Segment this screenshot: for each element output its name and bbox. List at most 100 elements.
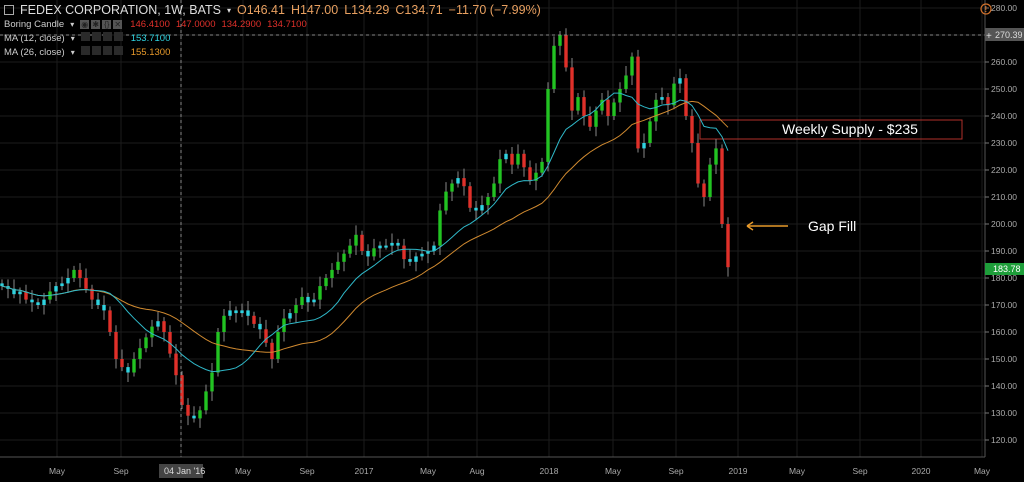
- y-tick-label: 220.00: [991, 165, 1017, 175]
- candle-body: [174, 353, 178, 376]
- candle-body: [300, 296, 304, 305]
- candle-body: [198, 410, 202, 419]
- candle-body: [624, 75, 628, 89]
- candle-body: [204, 391, 208, 411]
- indicator-value: 146.4100: [130, 18, 170, 30]
- indicator-label[interactable]: Boring Candle: [4, 18, 64, 31]
- price-axis[interactable]: 120.00130.00140.00150.00160.00170.00180.…: [985, 3, 1017, 445]
- candle-body: [582, 97, 586, 116]
- x-tick-label: Sep: [299, 466, 314, 476]
- chevron-down-icon[interactable]: ▾: [70, 18, 74, 31]
- indicator-label[interactable]: MA (26, close): [4, 46, 65, 59]
- candle-body: [492, 183, 496, 197]
- candle-body: [684, 78, 688, 116]
- candle-body: [480, 205, 484, 211]
- chevron-down-icon[interactable]: ▾: [71, 32, 75, 45]
- close-icon: [113, 45, 123, 55]
- crosshair-price: 270.39: [995, 30, 1023, 40]
- symbol-title[interactable]: FEDEX CORPORATION, 1W, BATS: [20, 3, 221, 17]
- indicator-value: 155.1300: [130, 46, 171, 58]
- candle-body: [108, 310, 112, 332]
- x-tick-label: 2017: [355, 466, 374, 476]
- candle-body: [714, 148, 718, 165]
- candle-body: [708, 164, 712, 197]
- ohlc-low: L134.29: [344, 2, 390, 17]
- indicator-controls[interactable]: [80, 31, 125, 45]
- indicator-ma12[interactable]: MA (12, close) ▾ 153.7100: [4, 31, 541, 45]
- candle-body: [678, 78, 682, 84]
- y-tick-label: 260.00: [991, 57, 1017, 67]
- indicator-value: 153.7100: [130, 32, 171, 44]
- eye-icon: [80, 45, 90, 55]
- candle-body: [576, 97, 580, 111]
- candle-body: [438, 210, 442, 246]
- plus-icon: [102, 45, 112, 55]
- candle-body: [234, 310, 238, 314]
- candle-body: [558, 35, 562, 46]
- candle-body: [564, 35, 568, 68]
- symbol-row[interactable]: FEDEX CORPORATION, 1W, BATS ▾ O146.41 H1…: [4, 3, 541, 17]
- x-tick-label: May: [235, 466, 252, 476]
- candle-body: [114, 332, 118, 359]
- chevron-down-icon[interactable]: ▾: [227, 4, 231, 17]
- candle-body: [372, 248, 376, 257]
- candle-body: [60, 283, 64, 287]
- indicator-ma26[interactable]: MA (26, close) ▾ 155.1300: [4, 45, 541, 59]
- candle-body: [288, 313, 292, 319]
- candle-body: [516, 153, 520, 165]
- indicator-controls[interactable]: ◉ ✱{} ✕: [80, 18, 124, 31]
- candle-body: [498, 159, 502, 184]
- candle-body: [486, 197, 490, 206]
- ohlc-change: −11.70 (−7.99%): [448, 2, 541, 17]
- eye-icon: ◉: [80, 19, 90, 29]
- x-tick-label: May: [49, 466, 66, 476]
- candle-body: [240, 310, 244, 314]
- candle-body: [330, 269, 334, 278]
- close-icon: [113, 31, 123, 41]
- candle-body: [210, 372, 214, 392]
- candle-body: [30, 299, 34, 303]
- y-tick-label: 280.00: [991, 3, 1017, 13]
- indicator-label[interactable]: MA (12, close): [4, 32, 65, 45]
- y-tick-label: 200.00: [991, 219, 1017, 229]
- candle-body: [258, 323, 262, 330]
- candle-body: [294, 305, 298, 314]
- candles: [0, 28, 730, 428]
- candle-body: [78, 269, 82, 278]
- collapse-icon[interactable]: [4, 5, 14, 15]
- eye-icon: [80, 31, 90, 41]
- candle-body: [522, 153, 526, 168]
- candle-body: [456, 178, 460, 184]
- candle-body: [138, 348, 142, 359]
- candle-body: [144, 337, 148, 349]
- candle-body: [408, 259, 412, 262]
- candle-body: [726, 224, 730, 268]
- candle-body: [102, 305, 106, 311]
- candle-body: [306, 296, 310, 303]
- candle-body: [402, 245, 406, 260]
- candle-body: [66, 278, 70, 284]
- candle-body: [462, 178, 466, 187]
- close-icon: ✕: [113, 19, 123, 29]
- ohlc-close: C134.71: [395, 2, 443, 17]
- chevron-down-icon[interactable]: ▾: [71, 46, 75, 59]
- indicator-controls[interactable]: [80, 45, 125, 59]
- y-tick-label: 120.00: [991, 435, 1017, 445]
- candle-body: [540, 161, 544, 173]
- svg-text:!: !: [985, 5, 988, 14]
- candle-body: [360, 234, 364, 251]
- candle-body: [192, 415, 196, 419]
- y-tick-label: 230.00: [991, 138, 1017, 148]
- y-tick-label: 250.00: [991, 84, 1017, 94]
- candle-body: [630, 56, 634, 76]
- candle-body: [72, 269, 76, 278]
- price-chart[interactable]: Weekly Supply - $235 Gap Fill 120.00 130.…: [0, 0, 1024, 482]
- candle-body: [342, 253, 346, 262]
- y-tick-label: 210.00: [991, 192, 1017, 202]
- candle-body: [222, 315, 226, 332]
- indicator-boring-candle[interactable]: Boring Candle ▾ ◉ ✱{} ✕ 146.4100 147.0000 1…: [4, 17, 541, 31]
- candle-body: [606, 99, 610, 116]
- candle-body: [324, 278, 328, 287]
- last-price: 183.78: [993, 264, 1021, 274]
- candle-body: [96, 299, 100, 305]
